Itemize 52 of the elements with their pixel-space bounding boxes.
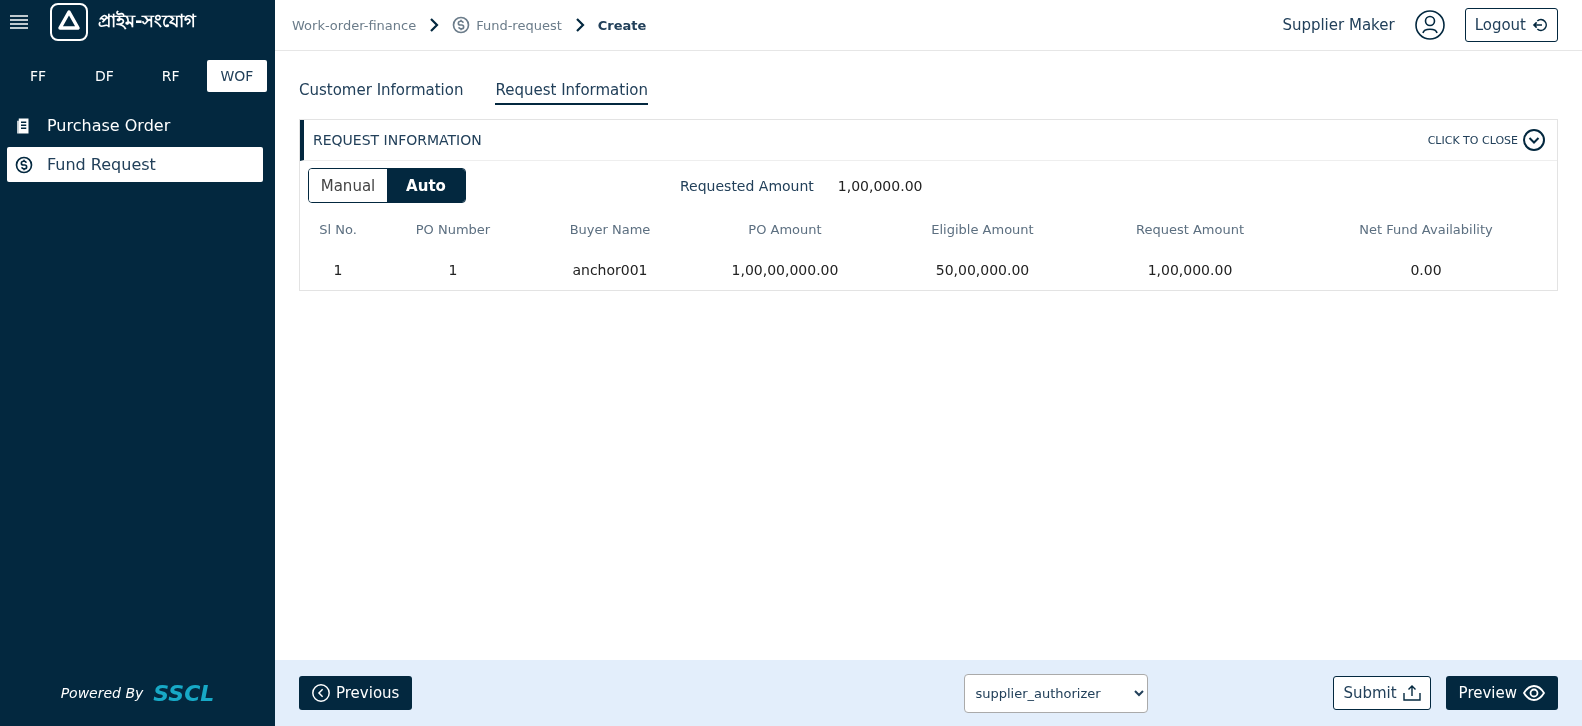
eye-icon — [1523, 685, 1545, 701]
table-cell-text: 50,00,000.00 — [934, 261, 1031, 280]
mode-toggle[interactable]: Auto — [387, 169, 465, 202]
table-cell-text: anchor001 — [571, 261, 649, 280]
chevron-down-icon — [1523, 129, 1545, 151]
logout-icon — [1532, 17, 1548, 33]
user-name: Supplier Maker — [1282, 16, 1395, 34]
sidebar-item[interactable]: Purchase Order — [7, 108, 263, 143]
sidebar-item-label: Fund Request — [47, 155, 156, 174]
column-header: Net Fund Availability — [1358, 221, 1494, 239]
column-header: Sl No. — [318, 221, 358, 239]
column-header: Request Amount — [1135, 221, 1245, 239]
table-cell-text: 1 — [447, 261, 459, 280]
table-cell-text: 1,00,000.00 — [1146, 261, 1234, 280]
company-logo-text: SSCL — [153, 680, 215, 706]
product-tab[interactable]: FF — [8, 60, 69, 92]
column-header: Eligible Amount — [930, 221, 1035, 239]
product-tab[interactable]: RF — [140, 60, 201, 92]
table-cell-text: 1 — [332, 261, 344, 280]
sidebar-item[interactable]: Fund Request — [7, 147, 263, 182]
upload-icon — [1402, 685, 1421, 701]
column-header: Buyer Name — [568, 221, 652, 239]
product-tab[interactable]: WOF — [206, 60, 267, 92]
panel-title: REQUEST INFORMATION — [313, 132, 482, 148]
menu-icon[interactable] — [10, 15, 28, 29]
chevron-right-icon — [573, 18, 586, 32]
logout-button[interactable]: Logout — [1464, 8, 1558, 42]
breadcrumb-link[interactable]: Work-order-finance — [292, 17, 417, 33]
previous-button[interactable]: Previous — [299, 676, 413, 710]
sidebar-item-label: Purchase Order — [47, 116, 171, 135]
requested-amount-label: Requested Amount — [680, 177, 814, 194]
breadcrumb-link[interactable]: Fund-request — [476, 17, 562, 33]
dollar-icon — [15, 155, 33, 174]
preview-button[interactable]: Preview — [1445, 676, 1558, 710]
product-tab[interactable]: DF — [74, 60, 135, 92]
powered-by-text: Powered By — [60, 685, 144, 701]
logo-icon — [50, 3, 88, 41]
requested-amount-value: 1,00,000.00 — [837, 177, 923, 194]
table-cell-text: 0.00 — [1409, 261, 1443, 280]
column-header: PO Number — [414, 221, 492, 239]
tab[interactable]: Request Information — [495, 81, 648, 105]
table-cell-text: 1,00,00,000.00 — [730, 261, 840, 280]
dollar-icon — [452, 16, 471, 34]
collapse-toggle[interactable]: CLICK TO CLOSE — [1421, 128, 1551, 152]
column-header: PO Amount — [747, 221, 823, 239]
brand-name: প্রাইম-সংযোগ — [98, 8, 197, 33]
user-avatar-icon[interactable] — [1414, 10, 1445, 40]
tab[interactable]: Customer Information — [299, 81, 464, 105]
chevron-right-icon — [428, 18, 441, 32]
authorizer-select[interactable]: supplier_authorizer — [964, 673, 1149, 713]
chevron-left-icon — [312, 684, 330, 702]
submit-button[interactable]: Submit — [1333, 676, 1431, 710]
